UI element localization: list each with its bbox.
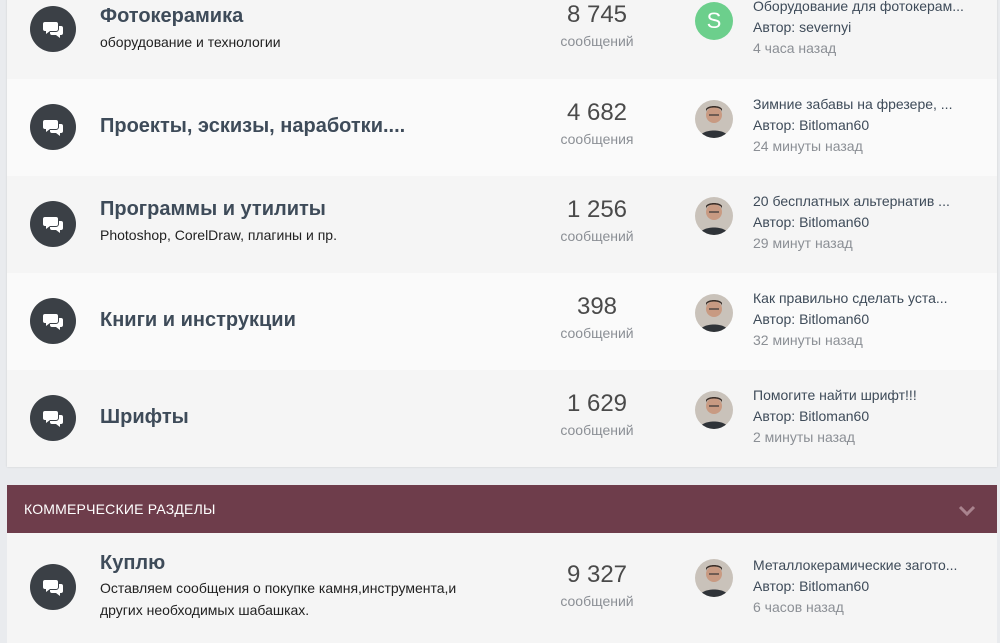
forum-row: Проекты, эскизы, наработки.... 4 682 соо…: [7, 79, 997, 176]
last-post-time[interactable]: 4 часа назад: [753, 38, 983, 59]
last-post-topic[interactable]: Оборудование для фотокерам...: [753, 0, 983, 17]
avatar[interactable]: [695, 100, 733, 138]
last-post-topic[interactable]: Как правильно сделать уста...: [753, 288, 983, 309]
forum-title[interactable]: Проекты, эскизы, наработки....: [100, 115, 405, 138]
avatar[interactable]: [695, 391, 733, 429]
last-post: Помогите найти шрифт!!! Автор: Bitloman6…: [753, 385, 983, 448]
last-post: Как правильно сделать уста... Автор: Bit…: [753, 288, 983, 351]
last-post-author[interactable]: Автор: Bitloman60: [753, 115, 983, 136]
forum-title[interactable]: Куплю: [100, 552, 165, 575]
chat-bubbles-icon[interactable]: [30, 564, 76, 610]
chevron-down-icon[interactable]: [957, 500, 977, 520]
last-post-topic[interactable]: Зимние забавы на фрезере, ...: [753, 94, 983, 115]
chat-bubbles-icon[interactable]: [30, 6, 76, 52]
post-count: 4 682: [566, 99, 628, 126]
chat-bubbles-icon[interactable]: [30, 104, 76, 150]
chat-bubbles-icon[interactable]: [30, 201, 76, 247]
last-post-time[interactable]: 29 минут назад: [753, 233, 983, 254]
post-count: 398: [576, 293, 618, 320]
last-post-topic[interactable]: Металлокерамические загото...: [753, 555, 983, 576]
forum-row: Фотокерамика оборудование и технологии 8…: [7, 0, 997, 79]
forum-row: Шрифты 1 629 сообщений Помогите найти шр…: [7, 370, 997, 467]
forum-block: Куплю Оставляем сообщения о покупке камн…: [7, 533, 997, 643]
avatar[interactable]: [695, 559, 733, 597]
forum-row: Программы и утилиты Photoshop, CorelDraw…: [7, 176, 997, 273]
forum-description: оборудование и технологии: [100, 34, 281, 50]
post-count: 8 745: [566, 1, 628, 28]
last-post-time[interactable]: 6 часов назад: [753, 597, 983, 618]
chat-bubbles-icon[interactable]: [30, 395, 76, 441]
post-count: 1 256: [566, 196, 628, 223]
forum-block: Фотокерамика оборудование и технологии 8…: [7, 0, 997, 467]
last-post: Зимние забавы на фрезере, ... Автор: Bit…: [753, 94, 983, 157]
post-count: 9 327: [566, 561, 628, 588]
forum-row: Куплю Оставляем сообщения о покупке камн…: [7, 533, 997, 643]
forum-title[interactable]: Фотокерамика: [100, 5, 243, 28]
last-post: Металлокерамические загото... Автор: Bit…: [753, 555, 983, 618]
post-count: 1 629: [566, 390, 628, 417]
avatar[interactable]: [695, 197, 733, 235]
category-title[interactable]: КОММЕРЧЕСКИЕ РАЗДЕЛЫ: [24, 501, 216, 517]
post-count-label: сообщений: [560, 33, 634, 49]
last-post-author[interactable]: Автор: Bitloman60: [753, 576, 983, 597]
post-count-label: сообщений: [560, 593, 634, 609]
post-count-label: сообщений: [560, 228, 634, 244]
last-post: 20 бесплатных альтернатив ... Автор: Bit…: [753, 191, 983, 254]
last-post-author[interactable]: Автор: severnyi: [753, 17, 983, 38]
post-count-label: сообщения: [560, 131, 634, 147]
last-post-topic[interactable]: 20 бесплатных альтернатив ...: [753, 191, 983, 212]
avatar[interactable]: [695, 294, 733, 332]
post-count-label: сообщений: [560, 422, 634, 438]
forum-description-line: Оставляем сообщения о покупке камня,инст…: [100, 580, 457, 596]
last-post-time[interactable]: 32 минуты назад: [753, 330, 983, 351]
chat-bubbles-icon[interactable]: [30, 298, 76, 344]
last-post: Оборудование для фотокерам... Автор: sev…: [753, 0, 983, 59]
last-post-topic[interactable]: Помогите найти шрифт!!!: [753, 385, 983, 406]
category-header: КОММЕРЧЕСКИЕ РАЗДЕЛЫ: [7, 485, 997, 533]
forum-description: Оставляем сообщения о покупке камня,инст…: [100, 577, 456, 621]
forum-description: Photoshop, CorelDraw, плагины и пр.: [100, 227, 337, 243]
last-post-author[interactable]: Автор: Bitloman60: [753, 309, 983, 330]
forum-description-line: других необходимых шабашках.: [100, 602, 310, 618]
last-post-author[interactable]: Автор: Bitloman60: [753, 406, 983, 427]
avatar[interactable]: S: [695, 2, 733, 40]
last-post-author[interactable]: Автор: Bitloman60: [753, 212, 983, 233]
last-post-time[interactable]: 24 минуты назад: [753, 136, 983, 157]
forum-row: Книги и инструкции 398 сообщений Как пра…: [7, 273, 997, 370]
forum-title[interactable]: Книги и инструкции: [100, 309, 296, 332]
forum-title[interactable]: Программы и утилиты: [100, 198, 326, 221]
post-count-label: сообщений: [560, 325, 634, 341]
last-post-time[interactable]: 2 минуты назад: [753, 427, 983, 448]
forum-title[interactable]: Шрифты: [100, 406, 189, 429]
